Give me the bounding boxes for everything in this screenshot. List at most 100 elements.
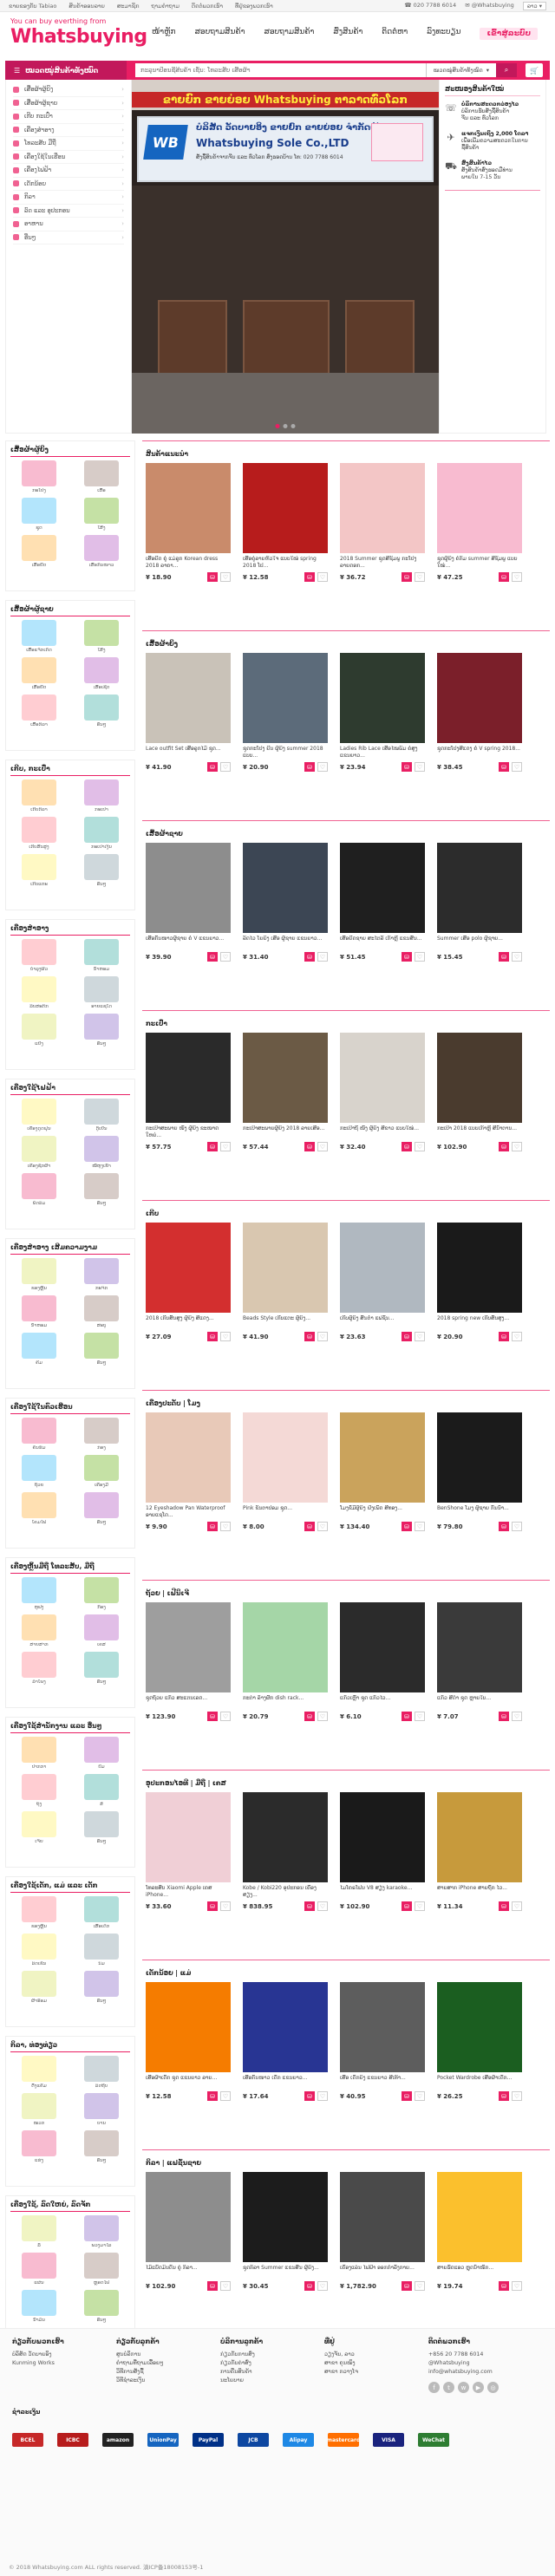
subcategory-tile[interactable]: ແປ້ງ [10, 1014, 68, 1047]
subcategory-tile[interactable]: ເກີບແຕະ [10, 854, 68, 888]
product-image[interactable] [340, 1602, 425, 1692]
product-name[interactable]: 2018 ເກີບສົ້ນສູງ ຜູ້ຍິງ ສີແດງ... [146, 1315, 231, 1328]
footer-link[interactable]: info@whatsbuying.com [428, 2368, 519, 2377]
product-card[interactable]: Beads Style ເກີບແຕະ ຜູ້ຍິງ... ¥ 41.90 ⛁ ♡ [243, 1223, 328, 1341]
product-card[interactable]: ກະເປົ໋າສະພາຍ ໜັງ ຜູ້ຍິງ ຂະໜາດໃຫຍ່... ¥ 57… [146, 1033, 231, 1151]
nav-login[interactable]: ເຂົ້າສູ່ລະບົບ [480, 28, 538, 40]
product-name[interactable]: ໄມ້ແບັດມິນຕັນ ຄູ່ ກິລາ... [146, 2265, 231, 2278]
product-image[interactable] [146, 463, 231, 553]
favorite-button[interactable]: ♡ [512, 1142, 522, 1151]
sidebar-category-item[interactable]: ເຄື່ອງໄຟຟ້າ › [13, 164, 124, 178]
sidebar-category-item[interactable]: ເສື້ອຜ້າຜູ້ຊາຍ › [13, 97, 124, 110]
sidebar-category-item[interactable]: ເກີບ ກະເປົ໋າ › [13, 110, 124, 124]
subcategory-tile[interactable]: ເຈ້ຍ [10, 1811, 68, 1845]
product-name[interactable]: ກະເປົ໋າ 2018 ແບບເກົາຫຼີ ສີນໍ້າຕານ... [437, 1125, 522, 1138]
footer-link[interactable]: Kunming Works [12, 2359, 102, 2368]
product-image[interactable] [243, 463, 328, 553]
add-to-cart-button[interactable]: ⛁ [207, 2091, 218, 2101]
favorite-button[interactable]: ♡ [512, 762, 522, 772]
subcategory-tile[interactable]: ຄັນຮົ່ມ [10, 1418, 68, 1451]
twitter-icon[interactable]: t [443, 2382, 454, 2393]
add-to-cart-button[interactable]: ⛁ [402, 762, 412, 772]
subcategory-tile[interactable]: ເສື້ອຍືດ [10, 657, 68, 691]
product-image[interactable] [437, 463, 522, 553]
subcategory-tile[interactable]: ສະບູ [73, 1295, 130, 1329]
footer-link[interactable]: @Whatsbuying [428, 2359, 519, 2368]
topbar-link-address[interactable]: ທີ່ຢູ່ຂອງພວກເຮົາ [235, 3, 273, 10]
product-name[interactable]: 12 Eyeshadow Pan Waterproof ອາຍແຊໂດ... [146, 1505, 231, 1518]
favorite-button[interactable]: ♡ [220, 1522, 231, 1531]
subcategory-tile[interactable]: ປຶ້ມ [73, 1737, 130, 1771]
subcategory-tile[interactable]: ເກີບກິລາ [10, 779, 68, 813]
product-card[interactable]: ເສື້ອກັນໜາວ ເດັກ ແຂນຍາວ... ¥ 17.64 ⛁ ♡ [243, 1982, 328, 2101]
favorite-button[interactable]: ♡ [317, 762, 328, 772]
product-image[interactable] [437, 1602, 522, 1692]
product-name[interactable]: ເສື້ອຜ້າເດັກ ຊຸດ ແຂນຍາວ ລາຍ... [146, 2075, 231, 2088]
product-name[interactable]: ລົດໄວ ໂຍຍິງ ເສື້ອ ຜູ້ຊາຍ ແຂນຍາວ... [243, 936, 328, 949]
product-image[interactable] [243, 843, 328, 933]
subcategory-tile[interactable]: ຖ້ວຍ [10, 1455, 68, 1489]
favorite-button[interactable]: ♡ [512, 1332, 522, 1341]
product-name[interactable]: ເສື້ອກັນໜາວຜູ້ຊາຍ ຄໍ V ແຂນຍາວ... [146, 936, 231, 949]
product-name[interactable]: ໂມງຂໍ້ມືຜູ້ຍິງ ຝັງເພັດ ສີທອງ... [340, 1505, 425, 1518]
footer-link[interactable]: +856 20 7788 6014 [428, 2351, 519, 2359]
sidebar-category-item[interactable]: ເສື້ອຜ້າຜູ້ຍິງ › [13, 83, 124, 97]
product-name[interactable]: Kobe / Kobi220 ອຸປະກອນ ເຄື່ອງສຽງ... [243, 1885, 328, 1898]
product-card[interactable]: ຊຸດກິລາ Summer ແຂນສັ້ນ ຜູ້ຍິງ... ¥ 30.45 ⛁… [243, 2172, 328, 2291]
product-card[interactable]: ສາຍສາກ iPhone ສາຍຖັກ ໄວ... ¥ 11.34 ⛁ ♡ [437, 1792, 522, 1911]
product-image[interactable] [437, 1033, 522, 1123]
add-to-cart-button[interactable]: ⛁ [304, 762, 315, 772]
subcategory-tile[interactable]: ອື່ນໆ [73, 1014, 130, 1047]
subcategory-tile[interactable]: ພັດລົມ [10, 1173, 68, 1207]
favorite-button[interactable]: ♡ [317, 1142, 328, 1151]
subcategory-tile[interactable]: ລົດຖີບ [73, 2056, 130, 2090]
product-name[interactable]: ສາຍສາກ iPhone ສາຍຖັກ ໄວ... [437, 1885, 522, 1898]
product-card[interactable]: Kobe / Kobi220 ອຸປະກອນ ເຄື່ອງສຽງ... ¥ 838… [243, 1792, 328, 1911]
product-name[interactable]: ຊຸດກະໂປງ ຍີນ ຜູ້ຍິງ summer 2018 ແບບ... [243, 746, 328, 759]
subcategory-tile[interactable]: ຄີມ [10, 1333, 68, 1366]
favorite-button[interactable]: ♡ [220, 2091, 231, 2101]
product-card[interactable]: ໄມໂຄຣໂຟນ V8 ສຽງ karaoke... ¥ 102.90 ⛁ ♡ [340, 1792, 425, 1911]
product-card[interactable]: Summer ເສື້ອ polo ຜູ້ຊາຍ... ¥ 15.45 ⛁ ♡ [437, 843, 522, 962]
wechat-icon[interactable]: w [458, 2382, 469, 2393]
subcategory-tile[interactable]: ອື່ນໆ [73, 2130, 130, 2164]
add-to-cart-button[interactable]: ⛁ [499, 572, 509, 582]
add-to-cart-button[interactable]: ⛁ [402, 1522, 412, 1531]
subcategory-tile[interactable]: ໂຄມໄຟ [10, 1492, 68, 1526]
add-to-cart-button[interactable]: ⛁ [207, 1712, 218, 1721]
product-card[interactable]: 2018 Summer ຊຸດສີຊົມພູ ກະໂປງ ລາຍດອກ... ¥ … [340, 463, 425, 582]
product-name[interactable]: ກະເປົ໋າຖື ໜັງ ຜູ້ຍິງ ສີຂາວ ແບບໃໝ່... [340, 1125, 425, 1138]
subcategory-tile[interactable]: ໂສ້ງ [73, 498, 130, 532]
product-card[interactable]: ເສື້ອຜ້າເດັກ ຊຸດ ແຂນຍາວ ລາຍ... ¥ 12.58 ⛁ ♡ [146, 1982, 231, 2101]
footer-link[interactable]: ການຄືນສິນຄ້າ [220, 2368, 310, 2377]
sidebar-category-item[interactable]: ເຄື່ອງສໍາອາງ › [13, 124, 124, 137]
product-image[interactable] [340, 1982, 425, 2072]
product-name[interactable]: ເສື້ອ ເດັກຍິງ ແຂນຍາວ ສີເທົາ... [340, 2075, 425, 2088]
product-name[interactable]: ຊຸດຖ້ວຍ ແກ້ວ ສະແຕນເລດ... [146, 1695, 231, 1708]
product-image[interactable] [340, 1033, 425, 1123]
product-name[interactable]: ເສື້ອກັນໜາວ ເດັກ ແຂນຍາວ... [243, 2075, 328, 2088]
add-to-cart-button[interactable]: ⛁ [499, 1522, 509, 1531]
favorite-button[interactable]: ♡ [415, 1332, 425, 1341]
subcategory-tile[interactable]: ເຄື່ອງຊັກຜ້າ [10, 1136, 68, 1170]
footer-link[interactable]: ນະໂຍບາຍ [220, 2377, 310, 2385]
add-to-cart-button[interactable]: ⛁ [402, 2281, 412, 2291]
favorite-button[interactable]: ♡ [415, 1901, 425, 1911]
favorite-button[interactable]: ♡ [317, 2091, 328, 2101]
product-image[interactable] [146, 1033, 231, 1123]
topbar-link-sell[interactable]: ຂາຍຂອງກັບ Tabiao [9, 3, 56, 10]
footer-link[interactable]: ສູນບໍລິການ [116, 2351, 206, 2359]
favorite-button[interactable]: ♡ [512, 572, 522, 582]
carousel-dots[interactable] [275, 424, 296, 428]
product-name[interactable]: ແກ້ວ ສີດໍາ ຊຸດ ຫຼາຍໃບ... [437, 1695, 522, 1708]
add-to-cart-button[interactable]: ⛁ [402, 1901, 412, 1911]
favorite-button[interactable]: ♡ [512, 2281, 522, 2291]
subcategory-tile[interactable]: ໂສ້ງ [73, 620, 130, 654]
product-image[interactable] [146, 1223, 231, 1313]
product-image[interactable] [243, 2172, 328, 2262]
favorite-button[interactable]: ♡ [415, 572, 425, 582]
product-card[interactable]: 2018 spring new ເກີບສົ້ນສູງ... ¥ 20.90 ⛁ ♡ [437, 1223, 522, 1341]
add-to-cart-button[interactable]: ⛁ [207, 1522, 218, 1531]
product-card[interactable]: ໂທລະສັບ Xiaomi Apple ເຄສ iPhone... ¥ 33.6… [146, 1792, 231, 1911]
product-name[interactable]: ເສື້ອຍືດຊາຍ ສະໄຕລ໌ ເກົາຫຼີ ແຂນສັ້ນ... [340, 936, 425, 949]
